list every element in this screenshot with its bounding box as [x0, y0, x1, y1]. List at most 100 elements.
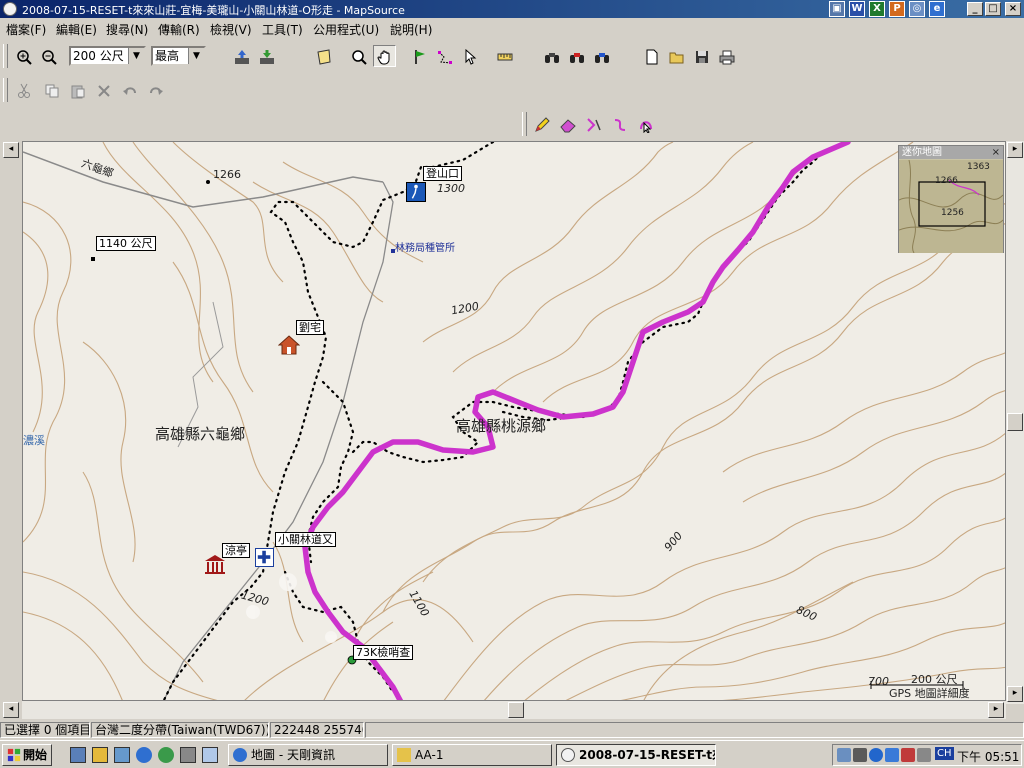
horizontal-scrollbar[interactable]: ▸	[22, 701, 1006, 719]
tray-antivirus-icon[interactable]	[869, 748, 883, 762]
zoom-out-button[interactable]	[37, 45, 60, 67]
quicklaunch-generic-icon[interactable]: ▣	[829, 1, 845, 17]
pan-tool-button[interactable]	[373, 45, 396, 67]
horizontal-scroll-thumb[interactable]	[508, 702, 524, 718]
open-button[interactable]	[665, 45, 688, 67]
tray-monitor-icon[interactable]	[885, 748, 899, 762]
print-button[interactable]	[715, 45, 738, 67]
track-select-button[interactable]	[634, 113, 657, 135]
internet-explorer-icon[interactable]: e	[929, 1, 945, 17]
menu-file[interactable]: 檔案(F)	[6, 21, 46, 38]
task-mapsource-window[interactable]: 2008-07-15-RESET-t來來...	[556, 744, 716, 766]
measure-distance-button[interactable]	[493, 45, 516, 67]
toolbar-grip[interactable]	[3, 78, 8, 102]
find-nearest-button[interactable]	[590, 45, 613, 67]
undo-button[interactable]	[118, 79, 141, 101]
menu-tools[interactable]: 工具(T)	[262, 21, 303, 38]
quicklaunch-explorer-icon[interactable]	[92, 747, 108, 763]
toolbar-grip[interactable]	[3, 44, 8, 68]
tray-network-icon[interactable]	[837, 748, 851, 762]
task-map-window[interactable]: 地圖 - 天剛資訊	[228, 744, 388, 766]
draw-pencil-button[interactable]	[530, 113, 553, 135]
save-button[interactable]	[690, 45, 713, 67]
select-map-tool-button[interactable]	[312, 45, 335, 67]
quicklaunch-globe-icon[interactable]	[158, 747, 174, 763]
waypoint-tool-button[interactable]	[408, 45, 431, 67]
start-button[interactable]: 開始	[2, 744, 52, 766]
copy-button[interactable]	[40, 79, 63, 101]
zoom-tool-button[interactable]	[347, 45, 370, 67]
mapsource-app-icon[interactable]	[3, 2, 17, 16]
redo-button[interactable]	[144, 79, 167, 101]
overview-canvas[interactable]	[899, 160, 1003, 253]
menu-view[interactable]: 檢視(V)	[210, 21, 252, 38]
quicklaunch-mail-icon[interactable]	[114, 747, 130, 763]
paste-button[interactable]	[66, 79, 89, 101]
house-icon[interactable]	[277, 335, 301, 355]
trailhead-hiker-icon[interactable]	[406, 182, 426, 202]
peak-marker-1266[interactable]	[206, 180, 210, 184]
scroll-right-bottom-button[interactable]: ▸	[1007, 686, 1023, 702]
overview-map[interactable]: 迷你地圖 × 1363 1266 1256	[898, 145, 1004, 253]
trailhead-label: 登山口	[423, 166, 462, 181]
ruler-icon	[497, 53, 513, 61]
scroll-left-bottom-button[interactable]: ◂	[3, 702, 19, 718]
delete-button[interactable]	[92, 79, 115, 101]
detail-level-select[interactable]: 最高 ▼	[151, 46, 206, 66]
quicklaunch-desktop-icon[interactable]	[70, 747, 86, 763]
excel-icon[interactable]: X	[869, 1, 885, 17]
tray-ime-icon[interactable]	[917, 748, 931, 762]
quicklaunch-ie-icon[interactable]	[136, 747, 152, 763]
toolbar-grip[interactable]	[522, 112, 527, 136]
clock[interactable]: 下午 05:51	[957, 748, 1019, 765]
scroll-right-top-button[interactable]: ▸	[1007, 142, 1023, 158]
split-track-button[interactable]	[582, 113, 605, 135]
chevron-down-icon[interactable]: ▼	[188, 48, 204, 64]
menu-edit[interactable]: 編輯(E)	[56, 21, 97, 38]
zoom-in-button[interactable]	[12, 45, 35, 67]
new-document-button[interactable]	[640, 45, 663, 67]
system-tray: CH 下午 05:51	[832, 744, 1022, 766]
map-view[interactable]: 六龜鄉 1266 1140 公尺 登山口 1300 林務局種管所 1200 劉宅…	[22, 141, 1006, 701]
vertical-scroll-thumb[interactable]	[1007, 413, 1023, 431]
task-aa1-window[interactable]: AA-1	[392, 744, 552, 766]
connect-track-button[interactable]	[608, 113, 631, 135]
pavilion-label: 涼亭	[222, 543, 250, 558]
vertical-scrollbar[interactable]: ▸ ▸	[1006, 141, 1024, 704]
quicklaunch-app-icon[interactable]	[180, 747, 196, 763]
pencil-icon	[535, 117, 550, 132]
maximize-button[interactable]: □	[985, 2, 1001, 16]
minimize-button[interactable]: _	[967, 2, 983, 16]
overview-close-button[interactable]: ×	[992, 146, 1000, 159]
zoom-scale-select[interactable]: 200 公尺 ▼	[69, 46, 146, 66]
menu-utilities[interactable]: 公用程式(U)	[313, 21, 379, 38]
powerpoint-icon[interactable]: P	[889, 1, 905, 17]
first-aid-cross-icon[interactable]	[255, 548, 274, 567]
tray-app-icon[interactable]	[901, 748, 915, 762]
menu-transfer[interactable]: 傳輸(R)	[158, 21, 200, 38]
menu-help[interactable]: 說明(H)	[390, 21, 432, 38]
language-indicator[interactable]: CH	[935, 747, 954, 760]
route-tool-button[interactable]	[433, 45, 456, 67]
erase-button[interactable]	[556, 113, 579, 135]
tray-device-icon[interactable]	[853, 748, 867, 762]
close-button[interactable]: ×	[1005, 2, 1021, 16]
edit-toolbar	[0, 74, 1024, 108]
menu-search[interactable]: 搜尋(N)	[106, 21, 148, 38]
quicklaunch-window-icon[interactable]	[202, 747, 218, 763]
chevron-down-icon[interactable]: ▼	[128, 48, 144, 64]
search-window-icon[interactable]: ◎	[909, 1, 925, 17]
send-to-device-button[interactable]	[255, 45, 278, 67]
find-places-button[interactable]	[565, 45, 588, 67]
receive-from-device-button[interactable]	[230, 45, 253, 67]
scroll-right-button[interactable]: ▸	[988, 702, 1004, 718]
printer-icon	[719, 50, 735, 65]
status-empty-cell	[365, 722, 1024, 738]
find-button[interactable]	[540, 45, 563, 67]
scroll-left-button[interactable]: ◂	[3, 142, 19, 158]
selection-arrow-button[interactable]	[458, 45, 481, 67]
survey-point-marker[interactable]	[91, 257, 95, 261]
word-icon[interactable]: W	[849, 1, 865, 17]
cut-button[interactable]	[12, 79, 35, 101]
window-title: 2008-07-15-RESET-t來來山莊-宜梅-美瓏山-小關山林道-O形走 …	[22, 4, 405, 17]
